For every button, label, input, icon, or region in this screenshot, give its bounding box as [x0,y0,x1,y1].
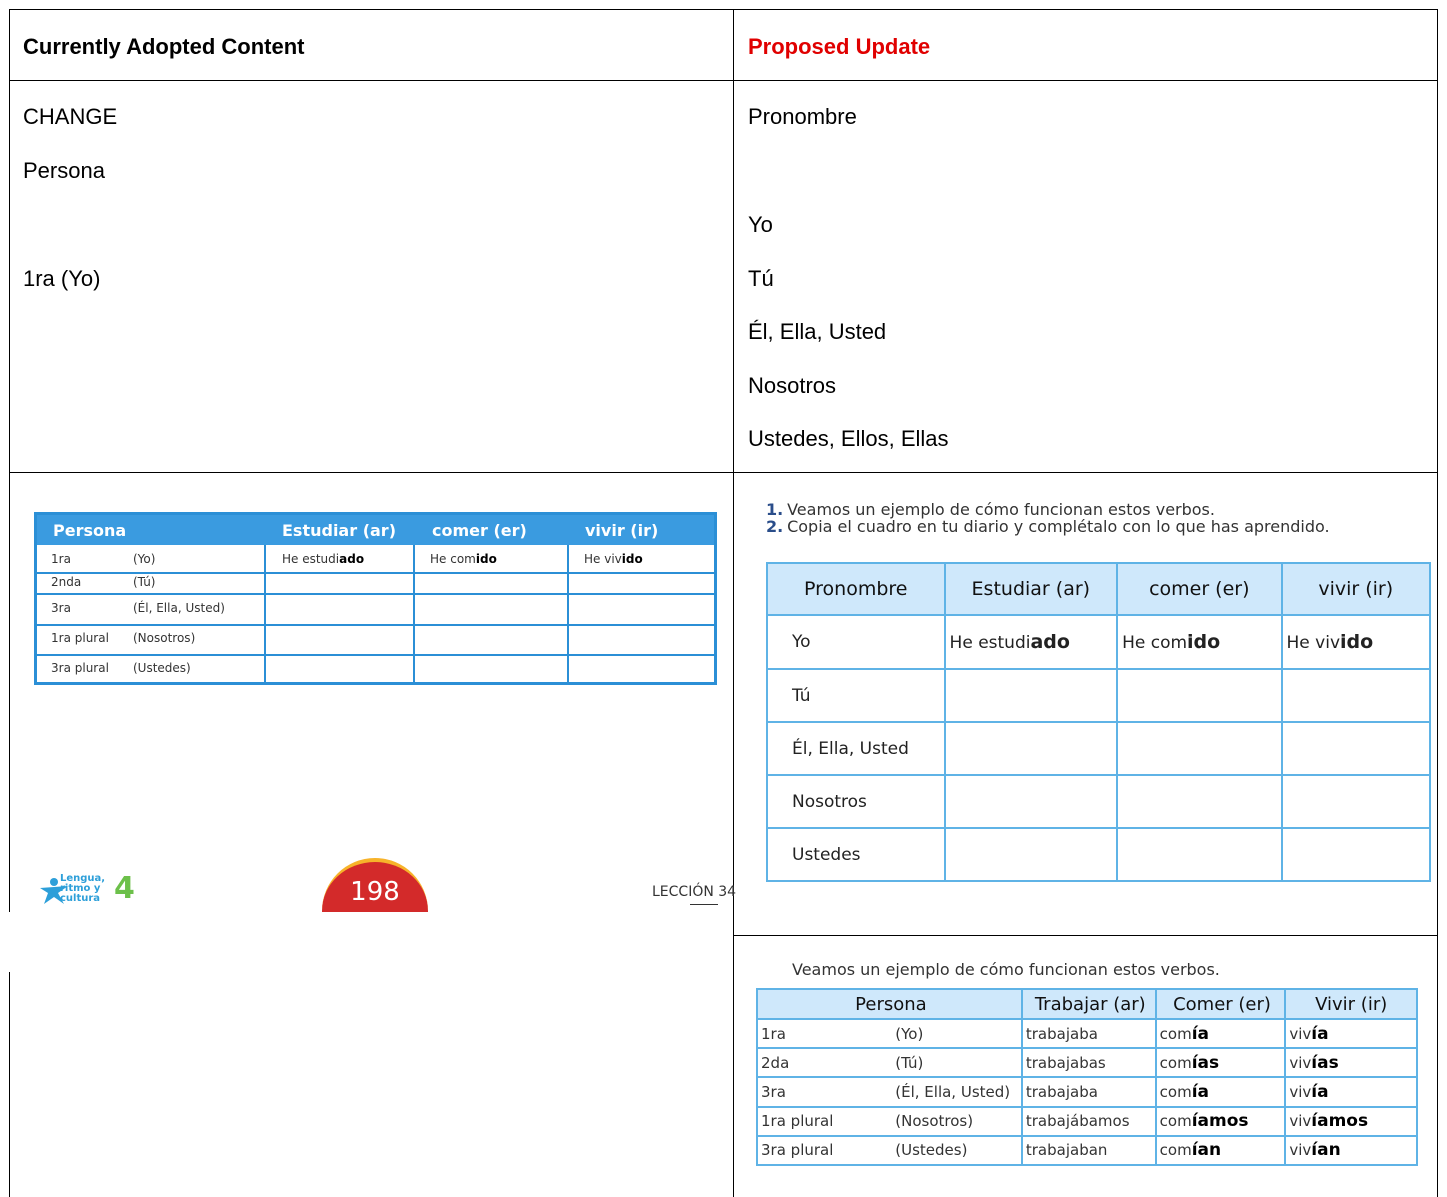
table-row: Tú [766,668,1432,723]
imperfect-cell-comer: comían [1155,1135,1287,1167]
proposed-row-pronoun: Ustedes [766,827,946,882]
imperfect-cell-trabajar: trabajábamos [1021,1106,1157,1137]
imperfect-header-trabajar: Trabajar (ar) [1021,988,1157,1020]
imperfect-verb-table: Persona Trabajar (ar) Comer (er) Vivir (… [755,988,1418,1167]
adopted-verb-table: Persona Estudiar (ar) comer (er) vivir (… [34,512,717,685]
adopted-row-pronoun: (Nosotros) [133,631,196,645]
adopted-cell-comer: He comido [430,552,497,566]
proposed-row-pronoun: Tú [766,668,946,723]
table-row: Persona Trabajar (ar) Comer (er) Vivir (… [756,988,1418,1020]
proposed-instructions: 1. Veamos un ejemplo de cómo funcionan e… [766,501,1330,535]
table-border-top [9,9,1438,10]
table-row: 3ra (Él, Ella, Usted) trabajaba comía vi… [755,1077,1418,1108]
adopted-row-person: 1ra [51,552,71,566]
imperfect-cell-comer: comíamos [1155,1106,1287,1137]
imperfect-intro: Veamos un ejemplo de cómo funcionan esto… [792,960,1220,979]
table-row: Yo He estudiado He comido He vivido [766,614,1432,670]
comparison-table: Currently Adopted Content Proposed Updat… [0,0,1447,1197]
imperfect-header-comer: Comer (er) [1155,988,1287,1020]
table-border-left [9,9,10,1197]
table-row: 1ra plural (Nosotros) trabajábamos comía… [755,1106,1418,1137]
adopted-line-persona: Persona [23,158,105,183]
proposed-row-pronoun: Nosotros [766,774,946,829]
adopted-row-pronoun: (Yo) [133,552,156,566]
proposed-line-ustedes: Ustedes, Ellos, Ellas [748,426,949,451]
adopted-cell-estudiar: He estudiado [282,552,365,566]
adopted-row-person: 3ra plural [51,661,109,675]
imperfect-header-persona: Persona [756,988,1023,1020]
imperfect-row-pronoun: (Nosotros) [892,1106,1023,1137]
table-border-mid [733,9,734,1197]
proposed-row-pronoun: Yo [766,614,946,670]
proposed-header-pronombre: Pronombre [766,562,946,616]
table-row: 1ra (Yo) trabajaba comía vivía [755,1019,1418,1050]
list-item: 1. Veamos un ejemplo de cómo funcionan e… [766,500,1215,519]
imperfect-cell-trabajar: trabajaba [1021,1077,1157,1108]
proposed-line-el: Él, Ella, Usted [748,319,887,344]
grade-number: 4 [114,871,135,906]
adopted-header-estudiar: Estudiar (ar) [282,521,396,540]
table-row: 2da (Tú) trabajabas comías vivías [755,1048,1418,1079]
imperfect-cell-trabajar: trabajaba [1021,1019,1157,1050]
adopted-row-person: 1ra plural [51,631,109,645]
table-row: Pronombre Estudiar (ar) comer (er) vivir… [766,562,1432,616]
proposed-header-comer: comer (er) [1116,562,1283,616]
table-row: Él, Ella, Usted [766,721,1432,776]
page-number: 198 [350,877,400,907]
adopted-cell-vivir: He vivido [584,552,643,566]
imperfect-cell-comer: comía [1155,1077,1287,1108]
imperfect-cell-vivir: vivías [1285,1048,1418,1079]
imperfect-cell-trabajar: trabajabas [1021,1048,1157,1079]
logo-text: Lengua, ritmo y cultura [60,873,106,904]
imperfect-row-person: 3ra [755,1077,893,1108]
adopted-row-pronoun: (Ustedes) [133,661,191,675]
proposed-header-estudiar: Estudiar (ar) [943,562,1119,616]
proposed-line-nosotros: Nosotros [748,373,837,398]
proposed-header-vivir: vivir (ir) [1280,562,1432,616]
adopted-header-vivir: vivir (ir) [585,521,659,540]
imperfect-cell-vivir: vivíamos [1285,1106,1418,1137]
proposed-cell-vivir: He vivido [1280,614,1432,670]
adopted-row-person: 3ra [51,601,71,615]
header-proposed: Proposed Update [748,34,931,59]
adopted-row-pronoun: (Tú) [133,575,156,589]
adopted-row-person: 2nda [51,575,82,589]
proposed-cell-comer: He comido [1116,614,1283,670]
imperfect-header-vivir: Vivir (ir) [1285,988,1418,1020]
imperfect-row-pronoun: (Tú) [892,1048,1023,1079]
imperfect-row-person: 2da [755,1048,893,1079]
proposed-line-pronombre: Pronombre [748,104,857,129]
adopted-header-persona: Persona [53,521,127,540]
table-row: Ustedes [766,827,1432,882]
imperfect-cell-vivir: vivía [1285,1019,1418,1050]
lesson-label: LECCIÓN 34 [652,884,737,900]
imperfect-cell-vivir: vivía [1285,1077,1418,1108]
proposed-line-tu: Tú [748,266,774,291]
proposed-cell-estudiar: He estudiado [943,614,1119,670]
adopted-row-pronoun: (Él, Ella, Usted) [133,601,225,615]
imperfect-cell-comer: comías [1155,1048,1287,1079]
table-row: 3ra plural (Ustedes) trabajaban comían v… [755,1135,1418,1167]
proposed-verb-table: Pronombre Estudiar (ar) comer (er) vivir… [766,562,1432,882]
imperfect-row-person: 1ra [755,1019,893,1050]
table-border-row1 [9,472,1438,473]
adopted-header-comer: comer (er) [432,521,527,540]
table-border-right [1437,9,1438,1197]
proposed-line-yo: Yo [748,212,773,237]
table-row: Nosotros [766,774,1432,829]
imperfect-cell-vivir: vivían [1285,1135,1418,1167]
list-item: 2. Copia el cuadro en tu diario y complé… [766,517,1330,536]
table-border-header [9,80,1438,81]
imperfect-row-pronoun: (Yo) [892,1019,1023,1050]
adopted-line-1ra: 1ra (Yo) [23,266,101,291]
imperfect-cell-trabajar: trabajaban [1021,1135,1157,1167]
imperfect-row-pronoun: (Él, Ella, Usted) [892,1077,1023,1108]
imperfect-row-pronoun: (Ustedes) [892,1135,1023,1167]
proposed-row-pronoun: Él, Ella, Usted [766,721,946,776]
imperfect-row-person: 1ra plural [755,1106,893,1137]
imperfect-row-person: 3ra plural [755,1135,893,1167]
adopted-line-change: CHANGE [23,104,118,129]
header-adopted: Currently Adopted Content [23,34,305,59]
imperfect-cell-comer: comía [1155,1019,1287,1050]
